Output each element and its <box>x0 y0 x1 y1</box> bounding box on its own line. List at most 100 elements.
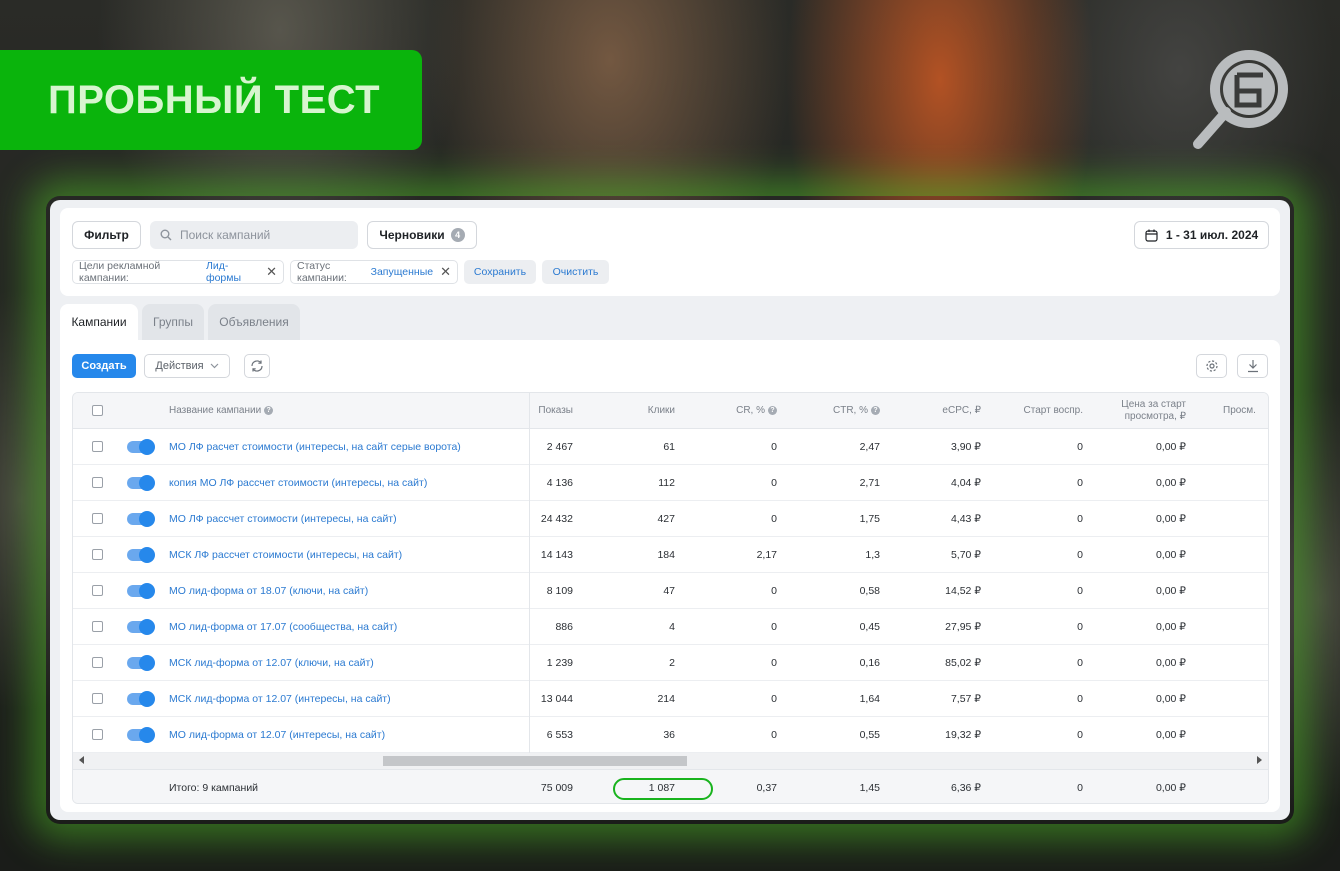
total-start: 0 <box>1003 770 1083 803</box>
campaign-name-link[interactable]: МСК лид-форма от 12.07 (ключи, на сайт) <box>169 657 374 669</box>
date-range-picker[interactable]: 1 - 31 июл. 2024 <box>1134 221 1269 249</box>
scroll-thumb[interactable] <box>383 756 687 766</box>
cell-ecpc-value: 27,95 ₽ <box>945 620 981 633</box>
header-ctr[interactable]: CTR, % ? <box>803 393 880 428</box>
campaign-name-link[interactable]: МО ЛФ расчет стоимости (интересы, на сай… <box>169 441 461 453</box>
row-checkbox[interactable] <box>92 585 103 596</box>
row-checkbox[interactable] <box>92 477 103 488</box>
table-row[interactable]: МСК лид-форма от 12.07 (ключи, на сайт) 1… <box>73 645 1268 681</box>
cell-ctr: 2,71 <box>803 465 880 500</box>
cell-ecpc: 27,95 ₽ <box>903 609 981 644</box>
row-toggle-cell <box>127 429 155 464</box>
scroll-left-icon[interactable] <box>79 756 84 764</box>
search-input[interactable]: Поиск кампаний <box>150 221 358 249</box>
tab-groups[interactable]: Группы <box>142 304 204 340</box>
campaign-status-toggle[interactable] <box>127 654 155 671</box>
header-ecpc[interactable]: eCPC, ₽ <box>903 393 981 428</box>
download-button[interactable] <box>1237 354 1268 378</box>
horizontal-scrollbar[interactable] <box>73 753 1268 769</box>
row-checkbox[interactable] <box>92 621 103 632</box>
campaign-name-link[interactable]: МО лид-форма от 17.07 (сообщества, на са… <box>169 621 397 633</box>
header-label: Старт воспр. <box>1023 405 1083 416</box>
campaign-status-toggle[interactable] <box>127 726 155 743</box>
column-divider <box>529 393 530 769</box>
table-row[interactable]: МО лид-форма от 17.07 (сообщества, на са… <box>73 609 1268 645</box>
header-start[interactable]: Старт воспр. <box>1003 393 1083 428</box>
table-row[interactable]: МО лид-форма от 18.07 (ключи, на сайт) 8 … <box>73 573 1268 609</box>
table-row[interactable]: МСК ЛФ рассчет стоимости (интересы, на с… <box>73 537 1268 573</box>
cell-clicks-value: 36 <box>663 728 675 741</box>
close-icon[interactable]: ✕ <box>266 264 277 280</box>
cell-start: 0 <box>1003 609 1083 644</box>
cell-cr-value: 0 <box>771 692 777 705</box>
actions-dropdown[interactable]: Действия <box>144 354 230 378</box>
table-row[interactable]: МО ЛФ расчет стоимости (интересы, на сай… <box>73 429 1268 465</box>
campaign-name-link[interactable]: МО ЛФ рассчет стоимости (интересы, на са… <box>169 513 397 525</box>
header-views[interactable]: Просм. <box>1223 393 1256 428</box>
drafts-button[interactable]: Черновики 4 <box>367 221 477 249</box>
help-icon[interactable]: ? <box>264 406 274 415</box>
cell-start: 0 <box>1003 429 1083 464</box>
header-clicks[interactable]: Клики <box>613 393 675 428</box>
cell-ctr-value: 0,45 <box>859 620 880 633</box>
row-select-cell <box>92 717 103 752</box>
save-filter-button[interactable]: Сохранить <box>464 260 536 284</box>
total-cr-value: 0,37 <box>756 781 777 794</box>
campaign-status-toggle[interactable] <box>127 582 155 599</box>
header-name[interactable]: Название кампании ? <box>169 393 274 428</box>
row-checkbox[interactable] <box>92 729 103 740</box>
calendar-icon <box>1145 229 1158 242</box>
row-checkbox[interactable] <box>92 693 103 704</box>
tab-campaigns[interactable]: Кампании <box>60 304 138 340</box>
clear-filter-button[interactable]: Очистить <box>542 260 609 284</box>
campaign-name-link[interactable]: МСК ЛФ рассчет стоимости (интересы, на с… <box>169 549 402 561</box>
campaign-status-toggle[interactable] <box>127 618 155 635</box>
close-icon[interactable]: ✕ <box>440 264 451 280</box>
cell-start: 0 <box>1003 681 1083 716</box>
table-row[interactable]: МСК лид-форма от 12.07 (интересы, на сай… <box>73 681 1268 717</box>
campaign-name-link[interactable]: МО лид-форма от 18.07 (ключи, на сайт) <box>169 585 368 597</box>
row-checkbox[interactable] <box>92 513 103 524</box>
campaign-status-toggle[interactable] <box>127 510 155 527</box>
campaign-status-toggle[interactable] <box>127 690 155 707</box>
campaign-name-cell: МО ЛФ расчет стоимости (интересы, на сай… <box>169 429 461 464</box>
help-icon[interactable]: ? <box>871 406 880 415</box>
settings-icon <box>1205 360 1218 372</box>
table-row[interactable]: копия МО ЛФ рассчет стоимости (интересы,… <box>73 465 1268 501</box>
scroll-right-icon[interactable] <box>1257 756 1262 764</box>
cell-shows: 886 <box>513 609 573 644</box>
cell-shows-value: 14 143 <box>540 548 573 561</box>
help-icon[interactable]: ? <box>768 406 777 415</box>
filter-bar: Фильтр Поиск кампаний Черновики 4 1 - 31… <box>60 208 1280 296</box>
header-shows[interactable]: Показы <box>529 393 573 428</box>
header-price[interactable]: Цена за старт просмотра, ₽ <box>1103 393 1186 428</box>
campaign-status-toggle[interactable] <box>127 546 155 563</box>
header-cr[interactable]: CR, % ? <box>703 393 777 428</box>
filter-button[interactable]: Фильтр <box>72 221 141 249</box>
totals-row: Итого: 9 кампаний 75 009 1 087 0,37 1,45… <box>73 769 1268 803</box>
campaign-name-link[interactable]: МСК лид-форма от 12.07 (интересы, на сай… <box>169 693 391 705</box>
row-checkbox[interactable] <box>92 657 103 668</box>
chip-campaign-status[interactable]: Статус кампании: Запущенные ✕ <box>290 260 458 284</box>
campaign-name-link[interactable]: копия МО ЛФ рассчет стоимости (интересы,… <box>169 477 427 489</box>
cell-price-value: 0,00 ₽ <box>1155 548 1186 561</box>
create-button[interactable]: Создать <box>72 354 136 378</box>
chip-campaign-goal[interactable]: Цели рекламной кампании: Лид-формы ✕ <box>72 260 284 284</box>
table-settings-button[interactable] <box>1196 354 1227 378</box>
campaigns-content: Создать Действия Название кампании ? Пок… <box>60 340 1280 812</box>
campaign-name-link[interactable]: МО лид-форма от 12.07 (интересы, на сайт… <box>169 729 385 741</box>
campaign-status-toggle[interactable] <box>127 438 155 455</box>
cell-ecpc-value: 85,02 ₽ <box>945 656 981 669</box>
refresh-button[interactable] <box>244 354 270 378</box>
row-checkbox[interactable] <box>92 549 103 560</box>
tab-ads[interactable]: Объявления <box>208 304 300 340</box>
header-label: Просм. <box>1223 405 1256 416</box>
campaign-status-toggle[interactable] <box>127 474 155 491</box>
table-row[interactable]: МО ЛФ рассчет стоимости (интересы, на са… <box>73 501 1268 537</box>
cell-clicks: 2 <box>613 645 675 680</box>
total-label-text: Итого: 9 кампаний <box>169 781 259 794</box>
row-checkbox[interactable] <box>92 441 103 452</box>
select-all-checkbox[interactable] <box>92 405 103 416</box>
row-select-cell <box>92 573 103 608</box>
table-row[interactable]: МО лид-форма от 12.07 (интересы, на сайт… <box>73 717 1268 753</box>
